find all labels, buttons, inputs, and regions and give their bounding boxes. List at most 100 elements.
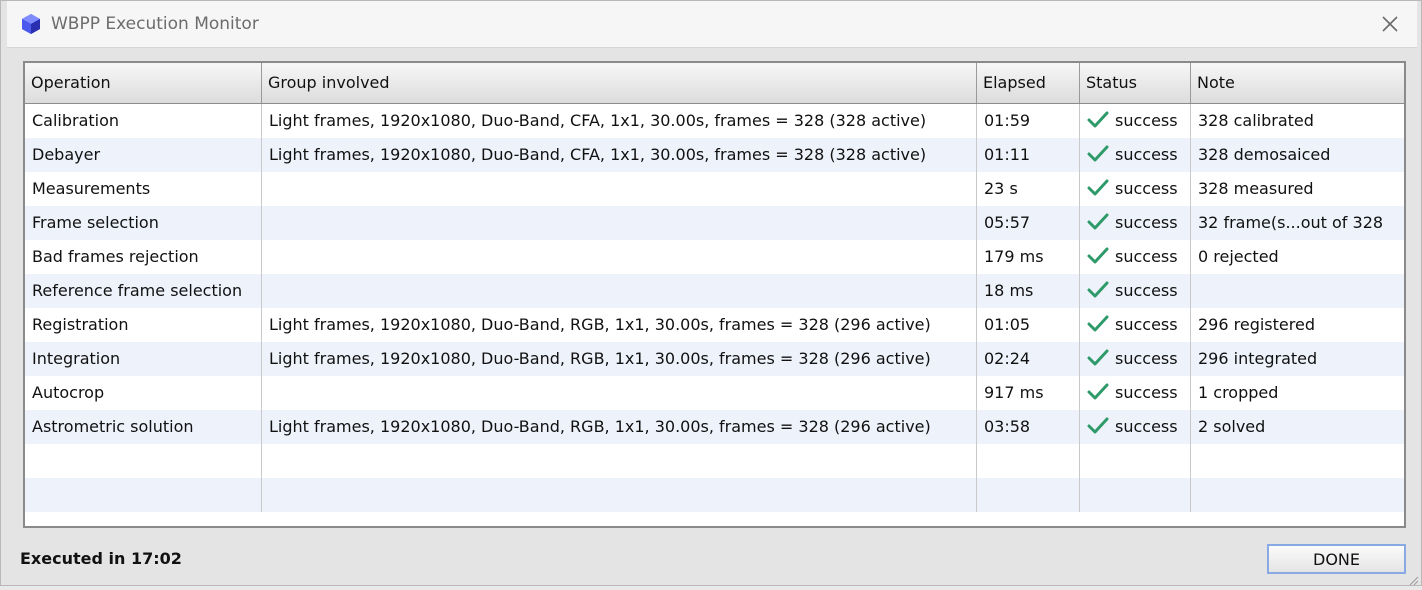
pixinsight-cube-icon xyxy=(21,13,41,35)
status-text: success xyxy=(1115,247,1178,266)
checkmark-icon xyxy=(1087,247,1109,264)
cell-group: Light frames, 1920x1080, Duo-Band, RGB, … xyxy=(262,410,977,444)
cell-group xyxy=(262,478,977,512)
cell-elapsed: 05:57 xyxy=(977,206,1080,240)
cell-operation xyxy=(25,444,262,478)
table-row[interactable]: Measurements 23 s success 328 measured xyxy=(25,172,1404,206)
cell-elapsed: 01:11 xyxy=(977,138,1080,172)
cell-note: 1 cropped xyxy=(1198,383,1279,402)
title-bar: WBPP Execution Monitor xyxy=(7,1,1417,48)
status-text: success xyxy=(1115,315,1178,334)
table-row[interactable]: Bad frames rejection 179 ms success 0 rejec… xyxy=(25,240,1404,274)
cell-operation: Debayer xyxy=(25,138,262,172)
column-header-elapsed[interactable]: Elapsed xyxy=(977,63,1080,103)
cell-elapsed: 03:58 xyxy=(977,410,1080,444)
checkmark-icon xyxy=(1087,383,1109,400)
checkmark-icon xyxy=(1087,111,1109,128)
table-row[interactable]: Reference frame selection 18 ms success xyxy=(25,274,1404,308)
cell-operation: Calibration xyxy=(25,104,262,138)
table-header: Operation Group involved Elapsed Status … xyxy=(25,63,1404,104)
cell-status: success xyxy=(1080,376,1191,410)
table-row[interactable]: Frame selection 05:57 success 32 frame(s...… xyxy=(25,206,1404,240)
cell-operation: Autocrop xyxy=(25,376,262,410)
table-body: Calibration Light frames, 1920x1080, Duo-… xyxy=(25,104,1404,512)
window-title: WBPP Execution Monitor xyxy=(51,14,259,34)
cell-status: success xyxy=(1080,308,1191,342)
cell-operation: Integration xyxy=(25,342,262,376)
cell-status xyxy=(1080,478,1191,512)
execution-table[interactable]: Operation Group involved Elapsed Status … xyxy=(23,61,1406,528)
status-text: success xyxy=(1115,213,1178,232)
checkmark-icon xyxy=(1087,145,1109,162)
cell-group xyxy=(262,206,977,240)
cell-elapsed: 02:24 xyxy=(977,342,1080,376)
cell-operation: Measurements xyxy=(25,172,262,206)
cell-operation xyxy=(25,478,262,512)
column-header-status[interactable]: Status xyxy=(1080,63,1191,103)
cell-elapsed: 179 ms xyxy=(977,240,1080,274)
status-text: success xyxy=(1115,383,1178,402)
cell-status: success xyxy=(1080,172,1191,206)
cell-group xyxy=(262,274,977,308)
table-row[interactable]: Registration Light frames, 1920x1080, Duo… xyxy=(25,308,1404,342)
status-text: success xyxy=(1115,281,1178,300)
cell-elapsed xyxy=(977,478,1080,512)
resize-grip-icon[interactable] xyxy=(1407,571,1419,586)
cell-note: 328 demosaiced xyxy=(1198,145,1331,164)
table-row[interactable]: Calibration Light frames, 1920x1080, Duo-… xyxy=(25,104,1404,138)
cell-elapsed: 01:59 xyxy=(977,104,1080,138)
cell-note: 328 calibrated xyxy=(1198,111,1314,130)
checkmark-icon xyxy=(1087,179,1109,196)
table-row[interactable]: Astrometric solution Light frames, 1920x1… xyxy=(25,410,1404,444)
checkmark-icon xyxy=(1087,349,1109,366)
close-icon[interactable] xyxy=(1379,13,1401,35)
status-text: success xyxy=(1115,179,1178,198)
column-header-note[interactable]: Note xyxy=(1191,63,1404,103)
cell-note xyxy=(1191,274,1404,308)
status-text: success xyxy=(1115,111,1178,130)
checkmark-icon xyxy=(1087,417,1109,434)
table-row[interactable] xyxy=(25,478,1404,512)
cell-status: success xyxy=(1080,138,1191,172)
cell-note xyxy=(1191,444,1404,478)
cell-elapsed: 18 ms xyxy=(977,274,1080,308)
status-text: success xyxy=(1115,349,1178,368)
column-header-operation[interactable]: Operation xyxy=(25,63,262,103)
status-text: success xyxy=(1115,145,1178,164)
column-header-group[interactable]: Group involved xyxy=(262,63,977,103)
table-row[interactable]: Integration Light frames, 1920x1080, Duo-… xyxy=(25,342,1404,376)
status-text: success xyxy=(1115,417,1178,436)
cell-note: 328 measured xyxy=(1198,179,1314,198)
cell-elapsed: 917 ms xyxy=(977,376,1080,410)
cell-operation: Frame selection xyxy=(25,206,262,240)
cell-note: 2 solved xyxy=(1198,417,1266,436)
cell-status xyxy=(1080,444,1191,478)
cell-status: success xyxy=(1080,410,1191,444)
cell-elapsed: 01:05 xyxy=(977,308,1080,342)
done-button[interactable]: DONE xyxy=(1267,544,1406,574)
cell-elapsed xyxy=(977,444,1080,478)
cell-operation: Reference frame selection xyxy=(25,274,262,308)
table-row[interactable]: Debayer Light frames, 1920x1080, Duo-Band… xyxy=(25,138,1404,172)
executed-time-label: Executed in 17:02 xyxy=(20,549,182,568)
cell-group: Light frames, 1920x1080, Duo-Band, RGB, … xyxy=(262,308,977,342)
cell-note: 296 integrated xyxy=(1198,349,1318,368)
cell-group xyxy=(262,172,977,206)
checkmark-icon xyxy=(1087,281,1109,298)
table-row[interactable] xyxy=(25,444,1404,478)
cell-note: 296 registered xyxy=(1198,315,1315,334)
cell-group xyxy=(262,376,977,410)
cell-status: success xyxy=(1080,342,1191,376)
cell-status: success xyxy=(1080,206,1191,240)
execution-monitor-window: WBPP Execution Monitor Operation Group i… xyxy=(0,0,1422,586)
cell-status: success xyxy=(1080,240,1191,274)
checkmark-icon xyxy=(1087,213,1109,230)
cell-group: Light frames, 1920x1080, Duo-Band, CFA, … xyxy=(262,138,977,172)
checkmark-icon xyxy=(1087,315,1109,332)
cell-group xyxy=(262,240,977,274)
cell-group: Light frames, 1920x1080, Duo-Band, RGB, … xyxy=(262,342,977,376)
table-row[interactable]: Autocrop 917 ms success 1 cropped xyxy=(25,376,1404,410)
cell-status: success xyxy=(1080,104,1191,138)
cell-note: 32 frame(s...out of 328 xyxy=(1198,213,1384,232)
cell-elapsed: 23 s xyxy=(977,172,1080,206)
